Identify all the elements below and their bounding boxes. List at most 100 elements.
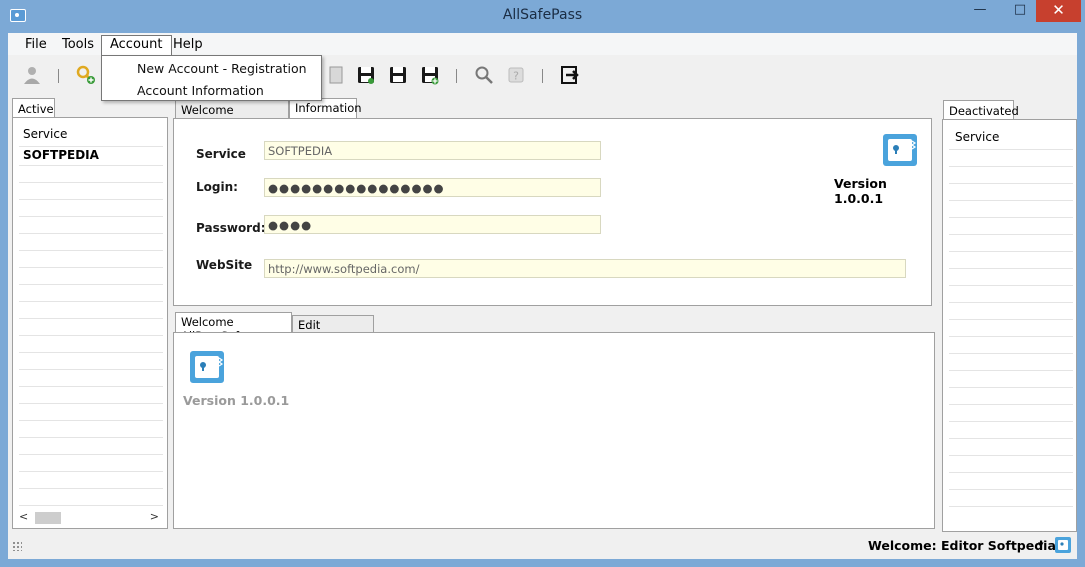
list-divider [949, 472, 1073, 473]
list-divider [19, 386, 163, 387]
menu-tools[interactable]: Tools [54, 36, 102, 54]
list-divider [949, 251, 1073, 252]
tab-active[interactable]: Active [12, 98, 55, 118]
list-divider [949, 200, 1073, 201]
list-divider [949, 421, 1073, 422]
website-label: WebSite [196, 258, 253, 272]
status-safe-icon[interactable] [1054, 536, 1072, 554]
document-icon[interactable] [326, 65, 346, 85]
list-divider [949, 302, 1073, 303]
active-services-list: Service SOFTPEDIA < > [12, 117, 168, 529]
list-divider [19, 505, 163, 506]
list-header-service: Service [23, 127, 68, 141]
list-divider [949, 319, 1073, 320]
scroll-right-button[interactable]: > [150, 510, 159, 523]
list-divider [19, 420, 163, 421]
list-divider [949, 404, 1073, 405]
scroll-left-button[interactable]: < [19, 510, 28, 523]
list-divider [19, 199, 163, 200]
status-bar: Welcome: Editor Softpedia ▾ [8, 533, 1077, 559]
list-divider [949, 166, 1073, 167]
website-field[interactable]: http://www.softpedia.com/ [264, 259, 906, 278]
version-label: Version 1.0.0.1 [834, 176, 887, 206]
menu-help[interactable]: Help [165, 36, 211, 54]
service-label: Service [196, 147, 246, 161]
key-add-icon[interactable] [76, 65, 96, 85]
list-divider [949, 217, 1073, 218]
close-button[interactable]: ✕ [1036, 0, 1081, 22]
save-icon[interactable] [356, 65, 376, 85]
list-divider [19, 182, 163, 183]
list-divider [19, 335, 163, 336]
list-divider [19, 216, 163, 217]
account-dropdown-menu: New Account - Registration Account Infor… [101, 55, 322, 101]
title-bar[interactable]: AllSafePass — □ ✕ [0, 0, 1085, 33]
list-divider [19, 403, 163, 404]
tab-information[interactable]: Information [289, 98, 362, 119]
list-divider [949, 183, 1073, 184]
status-welcome-text: Welcome: Editor Softpedia [868, 538, 1056, 553]
list-divider [19, 488, 163, 489]
search-icon[interactable] [474, 65, 494, 85]
toolbar-separator [58, 69, 59, 83]
list-divider [949, 387, 1073, 388]
menu-file[interactable]: File [17, 36, 55, 54]
minimize-button[interactable]: — [967, 0, 993, 22]
user-icon[interactable] [22, 65, 42, 85]
list-divider [19, 454, 163, 455]
tab-welcome-allpasssafe[interactable]: Welcome AllPassSafe [175, 100, 289, 131]
menu-item-account-information[interactable]: Account Information [137, 83, 264, 98]
login-field[interactable]: ●●●●●●●●●●●●●●●● [264, 178, 601, 197]
maximize-button[interactable]: □ [1007, 0, 1033, 22]
login-label: Login: [196, 180, 238, 194]
menu-item-new-account[interactable]: New Account - Registration [137, 61, 307, 76]
list-divider [19, 146, 163, 147]
horizontal-scrollbar[interactable]: < > [17, 510, 163, 526]
list-divider [19, 471, 163, 472]
list-divider [949, 438, 1073, 439]
menu-account[interactable]: Account [101, 35, 172, 56]
tab-deactivated[interactable]: Deactivated [943, 100, 1019, 120]
list-divider [19, 165, 163, 166]
list-divider [949, 353, 1073, 354]
save-icon[interactable] [388, 65, 408, 85]
welcome-panel: Version 1.0.0.1 [173, 332, 935, 529]
list-divider [19, 352, 163, 353]
list-divider [19, 284, 163, 285]
list-divider [949, 234, 1073, 235]
safe-logo-icon [190, 351, 224, 383]
toolbar-separator [456, 69, 457, 83]
service-field[interactable]: SOFTPEDIA [264, 141, 601, 160]
information-panel: Service SOFTPEDIA Login: ●●●●●●●●●●●●●●●… [173, 118, 932, 306]
list-divider [949, 455, 1073, 456]
password-field[interactable]: ●●●● [264, 215, 601, 234]
list-divider [19, 369, 163, 370]
client-area: File Tools Account Help ? New Account - … [8, 33, 1077, 559]
list-divider [949, 149, 1073, 150]
exit-icon[interactable] [560, 65, 580, 85]
list-divider [19, 301, 163, 302]
scroll-thumb[interactable] [35, 512, 61, 524]
list-divider [949, 506, 1073, 507]
list-item[interactable]: SOFTPEDIA [23, 148, 99, 162]
list-divider [949, 336, 1073, 337]
password-label: Password: [196, 221, 266, 235]
list-divider [949, 370, 1073, 371]
list-divider [949, 285, 1073, 286]
help-icon[interactable]: ? [506, 65, 526, 85]
list-divider [19, 318, 163, 319]
tab-welcome-allpasssafe-bottom[interactable]: Welcome AllPassSafe [175, 312, 292, 343]
resize-grip-icon[interactable] [12, 541, 22, 551]
save-add-icon[interactable] [420, 65, 440, 85]
list-divider [19, 233, 163, 234]
application-window: AllSafePass — □ ✕ File Tools Account Hel… [0, 0, 1085, 567]
menu-bar: File Tools Account Help [8, 33, 1077, 56]
list-divider [949, 268, 1073, 269]
list-divider [19, 250, 163, 251]
deactivated-services-list: Service [942, 119, 1077, 532]
svg-text:?: ? [513, 70, 519, 83]
welcome-version-label: Version 1.0.0.1 [183, 393, 290, 408]
list-divider [19, 437, 163, 438]
window-title: AllSafePass [502, 7, 583, 23]
status-dropdown-caret[interactable]: ▾ [1038, 538, 1044, 551]
